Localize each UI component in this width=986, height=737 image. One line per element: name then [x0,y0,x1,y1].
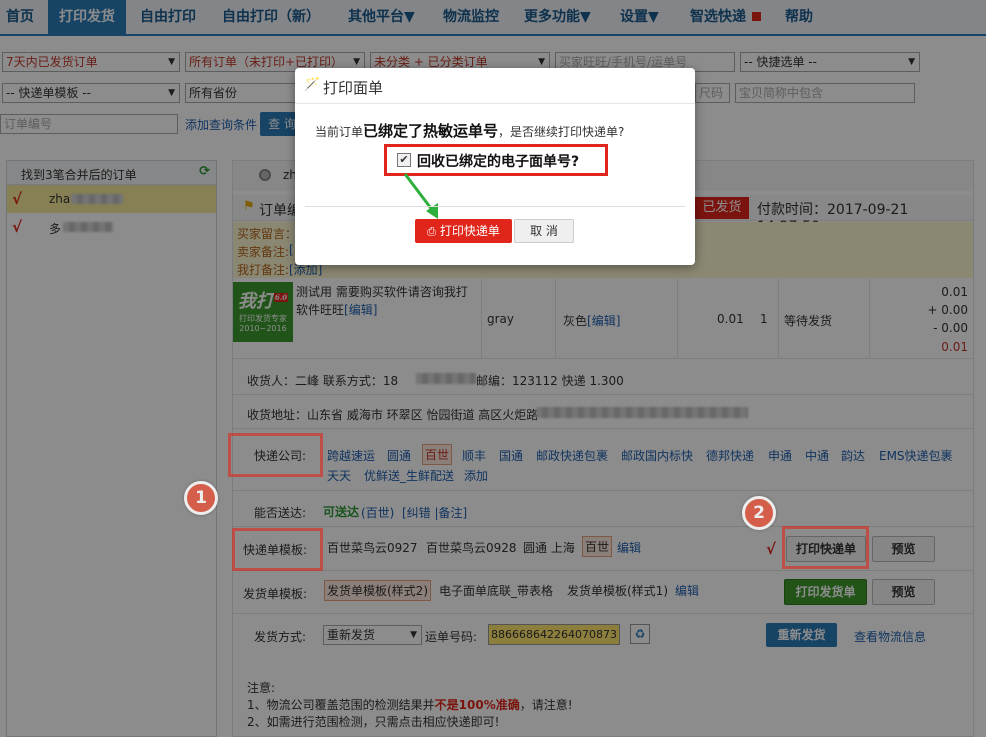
printer-icon: ⎙ [427,225,436,238]
recycle-checkbox-label[interactable]: 回收已绑定的电子面单号? [417,151,579,171]
print-waybill-dialog: 🪄 打印面单 当前订单已绑定了热敏运单号，是否继续打印快递单? ✔ 回收已绑定的… [295,68,695,265]
dialog-title: 打印面单 [323,79,384,97]
dialog-message: 当前订单已绑定了热敏运单号，是否继续打印快递单? [315,122,625,140]
step-1-marker: 1 [184,481,218,515]
green-arrow-icon [403,173,438,219]
recycle-checkbox[interactable]: ✔ [397,153,411,167]
magic-wand-icon: 🪄 [304,77,321,92]
dialog-cancel-button[interactable]: 取 消 [514,219,574,243]
annotation-box-carrier [228,433,323,477]
annotation-box-print [782,526,869,569]
step-2-marker: 2 [742,496,776,530]
dialog-titlebar: 🪄 打印面单 [295,68,695,104]
dialog-print-button[interactable]: ⎙ 打印快递单 [415,219,512,243]
annotation-box-template [232,528,323,571]
